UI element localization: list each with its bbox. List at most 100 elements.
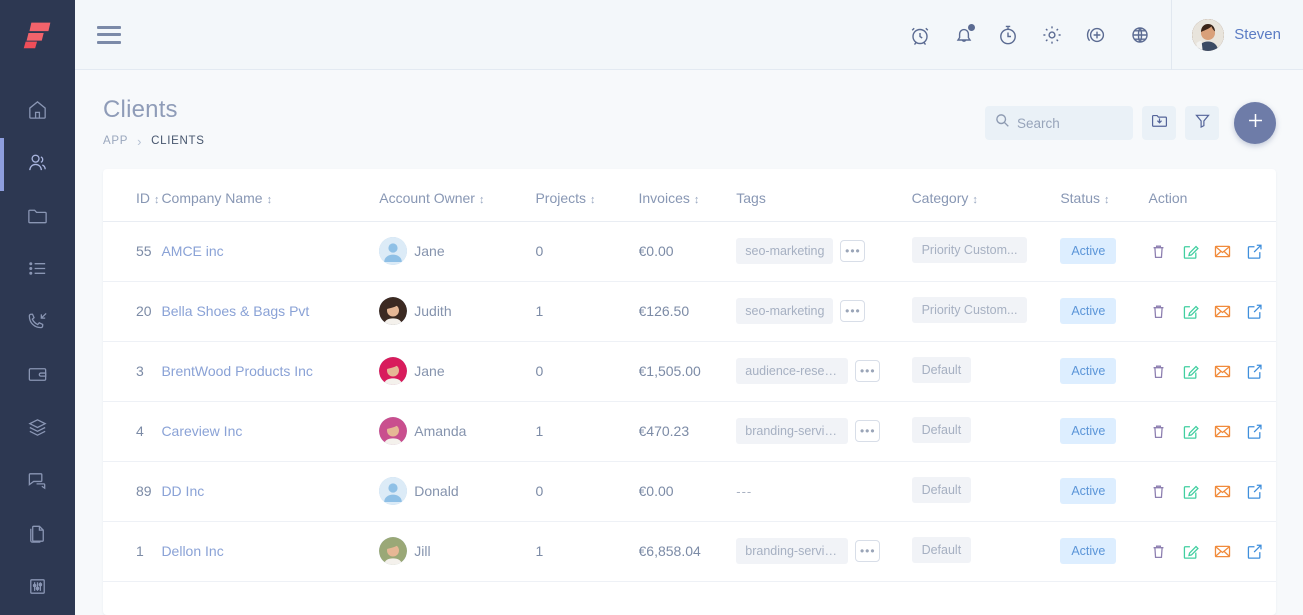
email-row[interactable]	[1213, 242, 1232, 261]
delete-row[interactable]	[1149, 242, 1168, 261]
table-row[interactable]: 1Dellon IncJill1€6,858.04branding-servic…	[103, 521, 1276, 581]
more-tags-button[interactable]: •••	[855, 540, 880, 562]
sidebar-item-products[interactable]	[0, 403, 75, 456]
quick-add-button[interactable]	[1083, 22, 1109, 48]
open-row[interactable]	[1245, 242, 1264, 261]
email-row[interactable]	[1213, 302, 1232, 321]
avatar	[1192, 19, 1224, 51]
search-input[interactable]	[1017, 116, 1123, 131]
sort-icon[interactable]: ↕	[154, 194, 160, 206]
open-row[interactable]	[1245, 482, 1264, 501]
more-tags-button[interactable]: •••	[855, 420, 880, 442]
col-header-company[interactable]: Company Name↕	[161, 169, 379, 222]
open-row[interactable]	[1245, 302, 1264, 321]
sidebar-item-dashboard[interactable]	[0, 85, 75, 138]
language-button[interactable]	[1127, 22, 1153, 48]
tag-pill[interactable]: seo-marketing	[736, 238, 833, 264]
cell-projects: 0	[535, 341, 638, 401]
table-row[interactable]: 89DD IncDonald0€0.00---DefaultActive	[103, 461, 1276, 521]
edit-row[interactable]	[1181, 542, 1200, 561]
more-tags-button[interactable]: •••	[840, 240, 865, 262]
user-name: Steven	[1234, 26, 1281, 43]
cell-action	[1149, 461, 1277, 521]
email-row[interactable]	[1213, 482, 1232, 501]
page-toolbar	[985, 96, 1276, 144]
col-header-id[interactable]: ID↕	[103, 169, 161, 222]
owner-avatar	[379, 477, 407, 505]
add-client-button[interactable]	[1234, 102, 1276, 144]
col-header-projects[interactable]: Projects↕	[535, 169, 638, 222]
breadcrumb: APP › CLIENTS	[103, 134, 985, 149]
hamburger-menu[interactable]	[97, 26, 121, 44]
more-tags-button[interactable]: •••	[855, 360, 880, 382]
sort-icon[interactable]: ↕	[694, 194, 700, 206]
cell-company: BrentWood Products Inc	[161, 341, 379, 401]
timer-button[interactable]	[995, 22, 1021, 48]
email-row[interactable]	[1213, 362, 1232, 381]
sidebar-item-projects[interactable]	[0, 191, 75, 244]
filter-button[interactable]	[1185, 106, 1219, 140]
delete-row[interactable]	[1149, 542, 1168, 561]
email-row[interactable]	[1213, 422, 1232, 441]
table-row[interactable]: 4Careview IncAmanda1€470.23branding-serv…	[103, 401, 1276, 461]
edit-row[interactable]	[1181, 482, 1200, 501]
open-row[interactable]	[1245, 542, 1264, 561]
company-link[interactable]: BrentWood Products Inc	[161, 363, 312, 379]
company-link[interactable]: DD Inc	[161, 483, 204, 499]
company-link[interactable]: Careview Inc	[161, 423, 242, 439]
table-row[interactable]: 3BrentWood Products IncJane0€1,505.00aud…	[103, 341, 1276, 401]
sidebar-item-documents[interactable]	[0, 509, 75, 562]
topbar: Steven	[75, 0, 1303, 70]
sidebar-item-clients[interactable]	[0, 138, 75, 191]
sort-icon[interactable]: ↕	[479, 194, 485, 206]
edit-row[interactable]	[1181, 422, 1200, 441]
sort-icon[interactable]: ↕	[590, 194, 596, 206]
sort-icon[interactable]: ↕	[972, 194, 978, 206]
export-button[interactable]	[1142, 106, 1176, 140]
mail-icon	[1213, 548, 1232, 564]
open-row[interactable]	[1245, 422, 1264, 441]
cell-id: 89	[103, 461, 161, 521]
tag-pill[interactable]: branding-servic...	[736, 418, 848, 444]
delete-row[interactable]	[1149, 422, 1168, 441]
col-header-status[interactable]: Status↕	[1060, 169, 1148, 222]
company-link[interactable]: AMCE inc	[161, 243, 223, 259]
cell-invoices: €6,858.04	[639, 521, 737, 581]
cell-projects: 1	[535, 401, 638, 461]
settings-button[interactable]	[1039, 22, 1065, 48]
company-link[interactable]: Dellon Inc	[161, 543, 223, 559]
delete-row[interactable]	[1149, 362, 1168, 381]
sort-icon[interactable]: ↕	[1104, 194, 1110, 206]
user-menu[interactable]: Steven	[1171, 0, 1303, 70]
breadcrumb-app[interactable]: APP	[103, 135, 128, 147]
edit-row[interactable]	[1181, 362, 1200, 381]
cell-id: 4	[103, 401, 161, 461]
col-header-category[interactable]: Category↕	[912, 169, 1061, 222]
col-header-invoices[interactable]: Invoices↕	[639, 169, 737, 222]
table-row[interactable]: 55AMCE incJane0€0.00seo-marketing•••Prio…	[103, 221, 1276, 281]
edit-row[interactable]	[1181, 242, 1200, 261]
col-header-owner[interactable]: Account Owner↕	[379, 169, 535, 222]
sidebar-item-finance[interactable]	[0, 350, 75, 403]
sidebar-item-tasks[interactable]	[0, 244, 75, 297]
table-row[interactable]: 20Bella Shoes & Bags PvtJudith1€126.50se…	[103, 281, 1276, 341]
sidebar-item-messages[interactable]	[0, 456, 75, 509]
delete-row[interactable]	[1149, 482, 1168, 501]
tag-pill[interactable]: branding-servic...	[736, 538, 848, 564]
email-row[interactable]	[1213, 542, 1232, 561]
tag-pill[interactable]: audience-resear...	[736, 358, 848, 384]
tag-pill[interactable]: seo-marketing	[736, 298, 833, 324]
search-box[interactable]	[985, 106, 1133, 140]
reminders-button[interactable]	[907, 22, 933, 48]
owner-name: Jill	[414, 543, 430, 559]
sort-icon[interactable]: ↕	[267, 194, 273, 206]
notifications-button[interactable]	[951, 22, 977, 48]
sidebar-item-calls[interactable]	[0, 297, 75, 350]
open-row[interactable]	[1245, 362, 1264, 381]
edit-row[interactable]	[1181, 302, 1200, 321]
sidebar-item-settings[interactable]	[0, 562, 75, 615]
more-tags-button[interactable]: •••	[840, 300, 865, 322]
app-logo[interactable]	[0, 0, 75, 67]
company-link[interactable]: Bella Shoes & Bags Pvt	[161, 303, 309, 319]
delete-row[interactable]	[1149, 302, 1168, 321]
